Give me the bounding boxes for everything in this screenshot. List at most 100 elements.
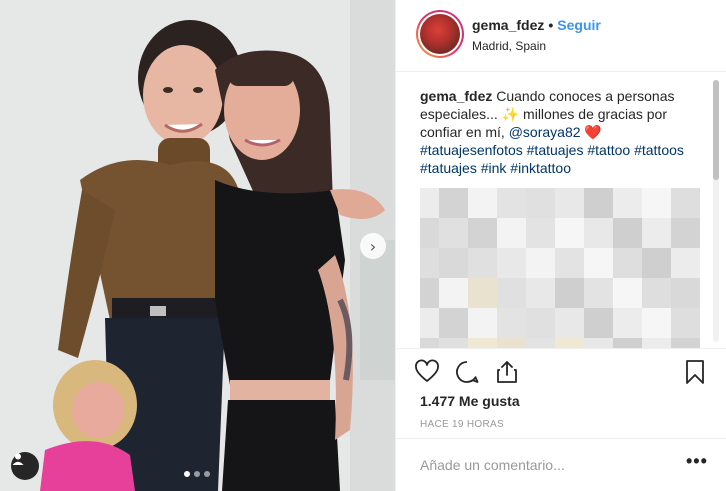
- pixel-block: [420, 278, 439, 308]
- pixel-block: [526, 278, 555, 308]
- follow-button[interactable]: Seguir: [557, 17, 601, 33]
- pixel-block: [497, 338, 526, 348]
- carousel-dot-1: [184, 471, 190, 477]
- heart-emoji: ❤️: [584, 124, 602, 140]
- header-line: gema_fdez • Seguir: [472, 17, 601, 33]
- post-caption: gema_fdez Cuando conoces a personas espe…: [420, 87, 706, 177]
- pixel-block: [526, 248, 555, 278]
- caption-username[interactable]: gema_fdez: [420, 88, 492, 104]
- pixel-block: [584, 248, 613, 278]
- pixel-block: [613, 338, 642, 348]
- pixel-block: [468, 188, 497, 218]
- share-icon[interactable]: [494, 359, 520, 385]
- pixel-block: [439, 188, 468, 218]
- pixel-block: [468, 278, 497, 308]
- pixel-block: [584, 188, 613, 218]
- pixel-block: [468, 218, 497, 248]
- more-options-button[interactable]: •••: [686, 451, 708, 472]
- pixel-block: [555, 188, 584, 218]
- pixel-block: [439, 218, 468, 248]
- pixel-block: [613, 248, 642, 278]
- pixel-block: [584, 308, 613, 338]
- post-actions: 1.477 Me gusta HACE 19 HORAS •••: [396, 348, 726, 473]
- pixel-block: [439, 278, 468, 308]
- pixel-block: [439, 338, 468, 348]
- instagram-post: › gema_fdez • Seguir Madrid, Spain gema_…: [0, 0, 726, 491]
- sparkle-emoji: ✨: [501, 106, 520, 122]
- user-tag-icon[interactable]: [11, 452, 39, 480]
- hashtag-link[interactable]: #inktattoo: [510, 160, 571, 176]
- pixel-block: [555, 278, 584, 308]
- hashtag-link[interactable]: #tatuajes: [527, 142, 584, 158]
- pixel-block: [671, 308, 700, 338]
- user-silhouette-icon: [12, 453, 24, 465]
- post-side-panel: gema_fdez • Seguir Madrid, Spain gema_fdez…: [395, 0, 726, 491]
- pixel-block: [420, 248, 439, 278]
- pixel-block: [468, 338, 497, 348]
- pixel-block: [526, 338, 555, 348]
- pixel-block: [584, 278, 613, 308]
- pixel-block: [555, 338, 584, 348]
- hashtag-link[interactable]: #ink: [481, 160, 507, 176]
- pixel-block: [468, 248, 497, 278]
- pixel-block: [439, 248, 468, 278]
- avatar-border: [418, 12, 462, 56]
- pixel-block: [555, 248, 584, 278]
- pixel-block: [642, 278, 671, 308]
- pixel-block: [468, 308, 497, 338]
- bookmark-icon[interactable]: [682, 359, 708, 385]
- avatar[interactable]: [416, 10, 464, 58]
- pixel-block: [420, 308, 439, 338]
- action-icons-row: [396, 349, 726, 393]
- scrollbar-thumb[interactable]: [713, 80, 719, 180]
- pixel-block: [420, 188, 439, 218]
- pixel-block: [613, 188, 642, 218]
- pixel-block: [584, 338, 613, 348]
- pixel-block: [613, 308, 642, 338]
- comment-input[interactable]: [420, 457, 660, 473]
- pixel-block: [613, 218, 642, 248]
- pixel-block: [642, 218, 671, 248]
- pixel-block: [555, 218, 584, 248]
- carousel-dot-3: [204, 471, 210, 477]
- pixel-block: [420, 338, 439, 348]
- likes-count[interactable]: 1.477 Me gusta: [420, 393, 520, 409]
- pixel-block: [642, 248, 671, 278]
- comment-icon[interactable]: [454, 359, 480, 385]
- comment-box: •••: [396, 438, 726, 491]
- pixel-block: [497, 278, 526, 308]
- pixel-block: [420, 218, 439, 248]
- header-text: gema_fdez • Seguir Madrid, Spain: [472, 17, 601, 53]
- carousel-indicator: [184, 471, 210, 477]
- hashtag-link[interactable]: #tattoos: [634, 142, 684, 158]
- post-photo[interactable]: ›: [0, 0, 395, 491]
- pixel-block: [671, 278, 700, 308]
- pixel-block: [642, 188, 671, 218]
- photo-illustration: [0, 0, 395, 491]
- pixel-block: [671, 248, 700, 278]
- pixel-block: [497, 188, 526, 218]
- carousel-dot-2: [194, 471, 200, 477]
- location-link[interactable]: Madrid, Spain: [472, 39, 601, 53]
- pixel-block: [555, 308, 584, 338]
- pixel-block: [671, 188, 700, 218]
- next-arrow-icon[interactable]: ›: [360, 233, 386, 259]
- username-link[interactable]: gema_fdez: [472, 17, 544, 33]
- pixel-block: [526, 188, 555, 218]
- pixel-block: [613, 278, 642, 308]
- hashtag-link[interactable]: #tatuajes: [420, 160, 477, 176]
- header-separator: •: [548, 17, 554, 33]
- comments-section: gema_fdez Cuando conoces a personas espe…: [420, 87, 706, 348]
- pixel-block: [497, 218, 526, 248]
- pixel-block: [439, 308, 468, 338]
- profile-avatar-image: [420, 14, 460, 54]
- heart-icon[interactable]: [414, 359, 440, 385]
- comments-scrollbar[interactable]: [713, 80, 719, 342]
- hashtag-link[interactable]: #tatuajesenfotos: [420, 142, 523, 158]
- pixel-block: [497, 308, 526, 338]
- mention-link[interactable]: @soraya82: [509, 124, 581, 140]
- pixel-block: [671, 338, 700, 348]
- pixel-block: [671, 218, 700, 248]
- post-header: gema_fdez • Seguir Madrid, Spain: [396, 0, 726, 72]
- hashtag-link[interactable]: #tattoo: [587, 142, 630, 158]
